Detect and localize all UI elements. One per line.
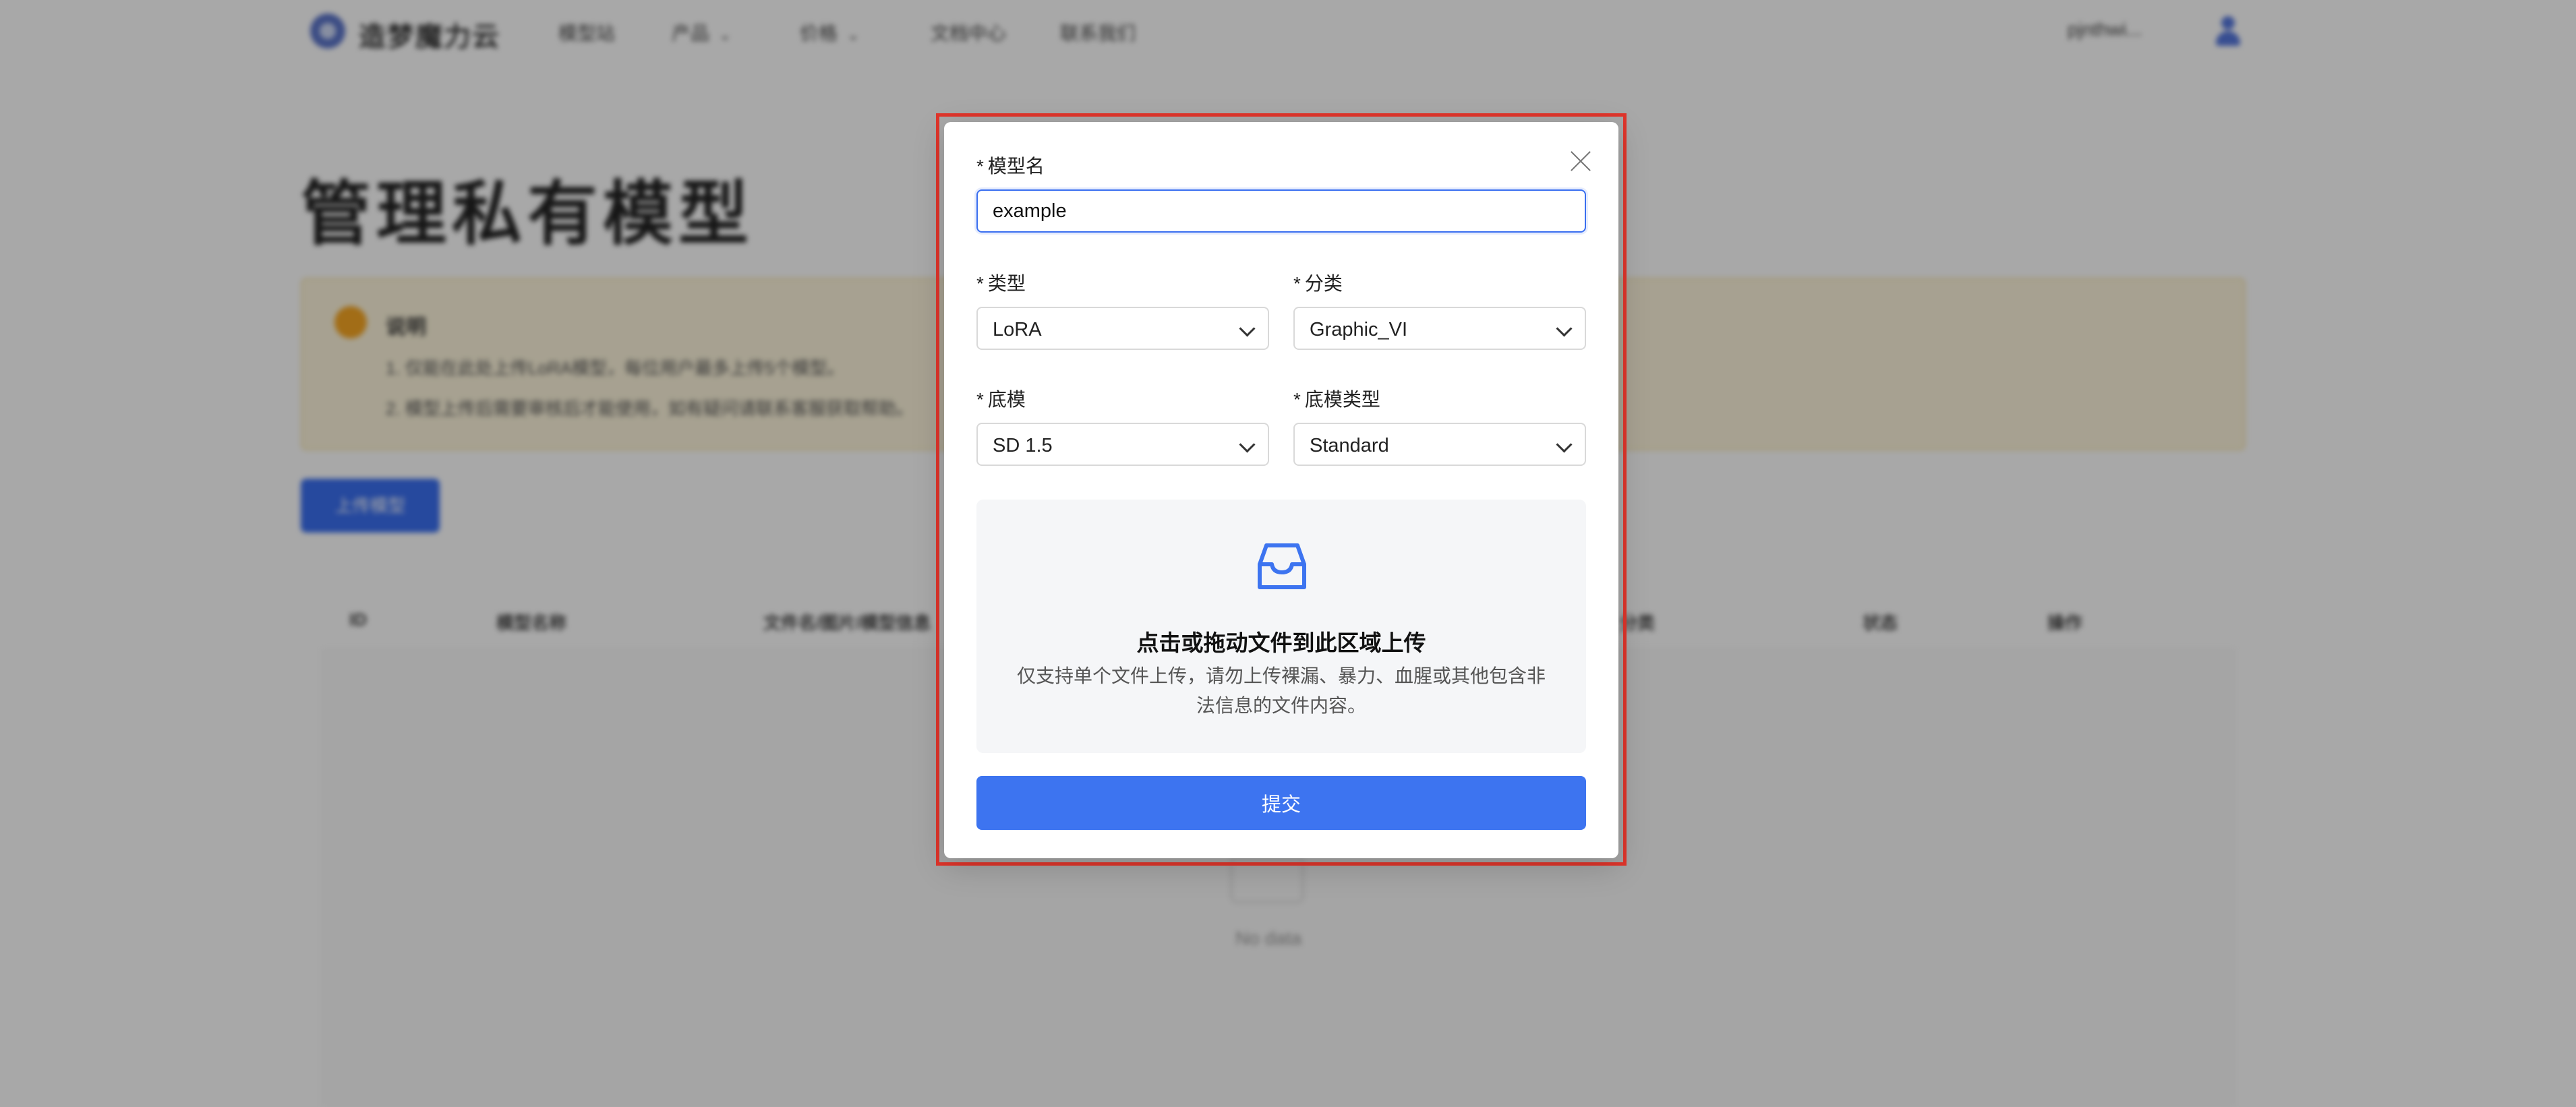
required-mark: * (976, 156, 984, 177)
label-text: 类型 (987, 273, 1026, 294)
base-model-select[interactable]: SD 1.5 (976, 423, 1269, 466)
category-select-value: Graphic_VI (1310, 319, 1408, 340)
chevron-down-icon (1556, 436, 1573, 453)
close-icon[interactable] (1567, 148, 1594, 175)
upload-model-dialog: *模型名 *类型 LoRA *分类 Graphic_VI *底模 SD 1.5 … (944, 122, 1618, 858)
base-model-type-select[interactable]: Standard (1293, 423, 1586, 466)
label-text: 分类 (1304, 273, 1343, 294)
model-name-label: * 模型名 (976, 152, 1045, 179)
base-model-type-label: * 底模类型 (1293, 385, 1380, 412)
category-select[interactable]: Graphic_VI (1293, 307, 1586, 350)
file-dropzone[interactable]: 点击或拖动文件到此区域上传 仅支持单个文件上传，请勿上传裸漏、暴力、血腥或其他包… (976, 500, 1586, 753)
base-model-label: * 底模 (976, 385, 1026, 412)
type-select-value: LoRA (993, 319, 1042, 340)
chevron-down-icon (1556, 320, 1573, 337)
dropzone-description: 仅支持单个文件上传，请勿上传裸漏、暴力、血腥或其他包含非法信息的文件内容。 (1016, 665, 1546, 716)
required-mark: * (1293, 273, 1301, 294)
type-select[interactable]: LoRA (976, 307, 1269, 350)
submit-button[interactable]: 提交 (976, 776, 1586, 830)
required-mark: * (976, 273, 984, 294)
required-mark: * (976, 389, 984, 410)
inbox-icon (1258, 543, 1306, 589)
base-model-type-select-value: Standard (1310, 435, 1389, 456)
label-text: 模型名 (987, 156, 1045, 177)
base-model-select-value: SD 1.5 (993, 435, 1053, 456)
chevron-down-icon (1239, 320, 1256, 337)
required-mark: * (1293, 389, 1301, 410)
label-text: 底模类型 (1304, 389, 1380, 410)
type-label: * 类型 (976, 269, 1026, 296)
chevron-down-icon (1239, 436, 1256, 453)
model-name-input[interactable] (976, 189, 1586, 233)
label-text: 底模 (987, 389, 1026, 410)
dropzone-title: 点击或拖动文件到此区域上传 (1136, 630, 1426, 655)
category-label: * 分类 (1293, 269, 1343, 296)
